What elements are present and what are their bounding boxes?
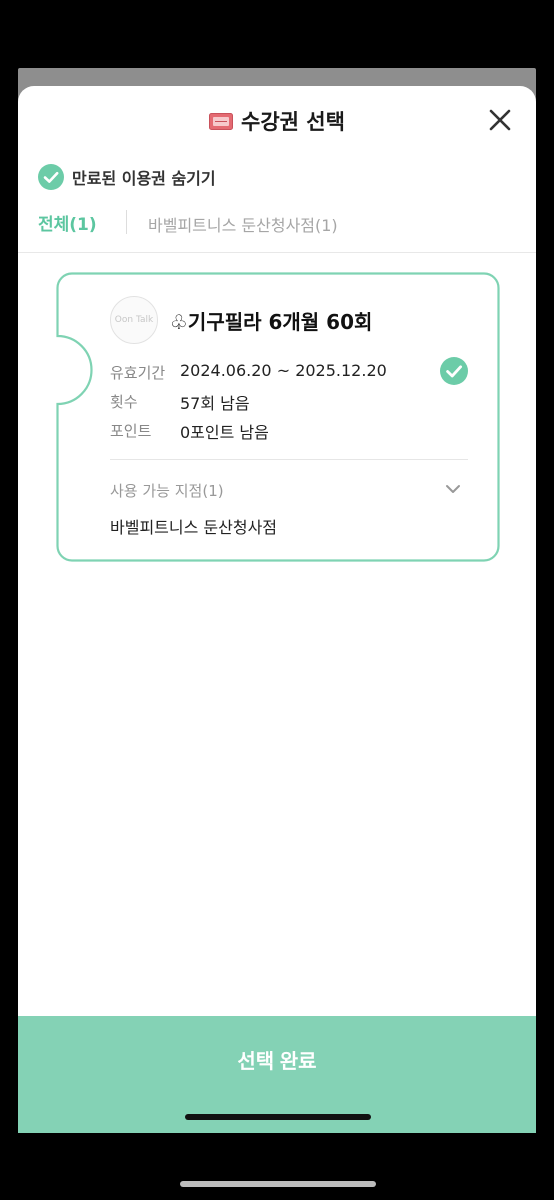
validity-label: 유효기간 [110,364,166,382]
chevron-down-icon[interactable] [444,482,462,496]
branch-tabs: 전체(1) 바벨피트니스 둔산청사점(1) [18,204,536,253]
points-label: 포인트 [110,422,152,440]
tab-separator [126,210,127,234]
card-divider [110,459,468,460]
studio-logo: Oon Talk [110,296,158,344]
available-branches-label: 사용 가능 지점(1) [110,482,224,500]
branch-name: 바벨피트니스 둔산청사점 [110,518,278,537]
system-home-bar [180,1181,376,1187]
ticket-icon [209,113,234,130]
count-label: 횟수 [110,393,138,411]
confirm-button-label: 선택 완료 [237,1051,317,1073]
sheet-title-text: 수강권 선택 [241,110,345,134]
count-value: 57회 남음 [180,394,250,413]
check-circle-icon[interactable] [38,164,64,190]
tab-all[interactable]: 전체(1) [38,210,97,235]
validity-value: 2024.06.20 ~ 2025.12.20 [180,361,387,380]
points-value: 0포인트 남음 [180,423,269,442]
sheet-header: 수강권 선택 [18,86,536,156]
selected-check-icon[interactable] [440,357,468,385]
pass-title: ♧기구필라 6개월 60회 [170,310,373,334]
hide-expired-label: 만료된 이용권 숨기기 [72,169,216,188]
tab-branch[interactable]: 바벨피트니스 둔산청사점(1) [148,212,338,236]
home-indicator [185,1114,371,1120]
hide-expired-toggle[interactable]: 만료된 이용권 숨기기 [38,162,216,192]
bottom-sheet: 수강권 선택 만료된 이용권 숨기기 전체(1) 바벨피트니스 둔산청사점(1)… [18,86,536,1133]
close-icon[interactable] [486,106,514,134]
sheet-title: 수강권 선택 [18,106,536,136]
